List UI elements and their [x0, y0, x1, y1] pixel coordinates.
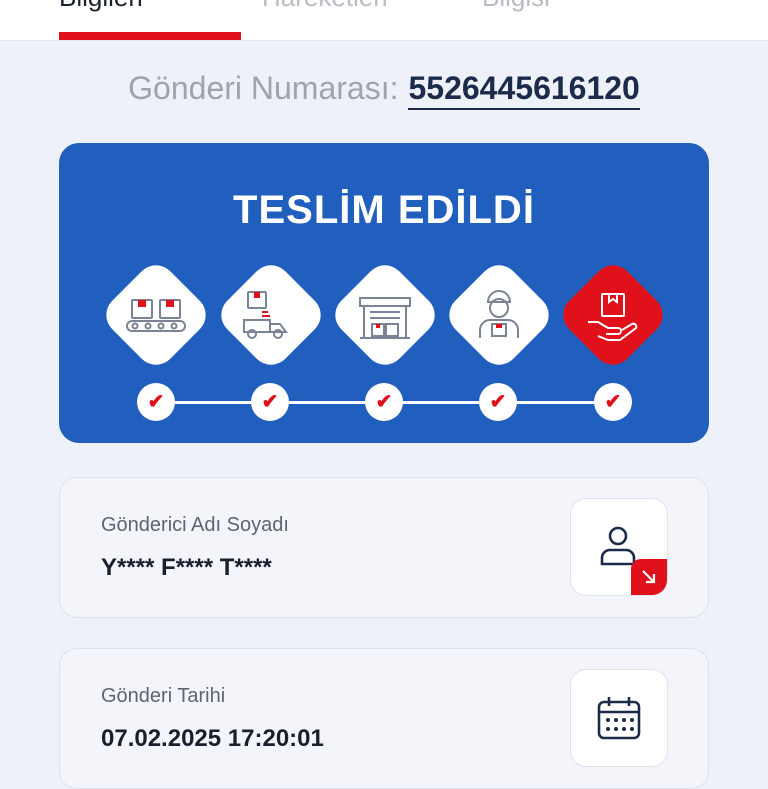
courier-icon — [479, 290, 519, 338]
sender-value: Y**** F**** T**** — [101, 554, 272, 581]
arrow-down-right-icon — [642, 570, 656, 584]
conveyor-packages-icon — [126, 299, 186, 332]
step-check-3: ✔ — [365, 383, 403, 421]
step-check-4: ✔ — [479, 383, 517, 421]
step-check-5: ✔ — [594, 383, 632, 421]
tracking-number-row: Gönderi Numarası: 5526445616120 — [0, 70, 768, 110]
step-warehouse — [325, 255, 445, 375]
open-arrow-badge — [631, 559, 667, 595]
sender-detail-button[interactable] — [570, 498, 668, 596]
delivery-status-title: TESLİM EDİLDİ — [233, 188, 535, 232]
calendar-icon — [597, 697, 641, 740]
active-tab-indicator — [59, 32, 241, 40]
shipment-date-value: 07.02.2025 17:20:01 — [101, 725, 324, 752]
warehouse-icon — [359, 297, 411, 339]
shipment-date-label: Gönderi Tarihi — [101, 685, 226, 707]
step-conveyor — [96, 255, 216, 375]
sender-label: Gönderici Adı Soyadı — [101, 514, 289, 536]
tab-bilgisi[interactable]: Bilgisi — [482, 0, 550, 13]
step-delivered — [553, 255, 673, 375]
step-check-2: ✔ — [251, 383, 289, 421]
tab-bar: Bilgileri Hareketleri Bilgisi — [0, 0, 768, 41]
step-courier — [439, 255, 559, 375]
hand-package-icon — [588, 293, 638, 341]
delivery-truck-icon — [243, 291, 288, 339]
tracking-number-label: Gönderi Numarası: — [128, 70, 399, 106]
shipment-date-button[interactable] — [570, 669, 668, 767]
delivery-status-card: TESLİM EDİLDİ ✔ ✔ ✔ ✔ ✔ — [59, 143, 709, 443]
step-truck — [211, 255, 331, 375]
tab-bilgileri[interactable]: Bilgileri — [59, 0, 143, 13]
sender-card: Gönderici Adı Soyadı Y**** F**** T**** — [59, 477, 709, 618]
step-check-1: ✔ — [137, 383, 175, 421]
tracking-number-link[interactable]: 5526445616120 — [408, 70, 640, 110]
tab-hareketleri[interactable]: Hareketleri — [262, 0, 388, 13]
